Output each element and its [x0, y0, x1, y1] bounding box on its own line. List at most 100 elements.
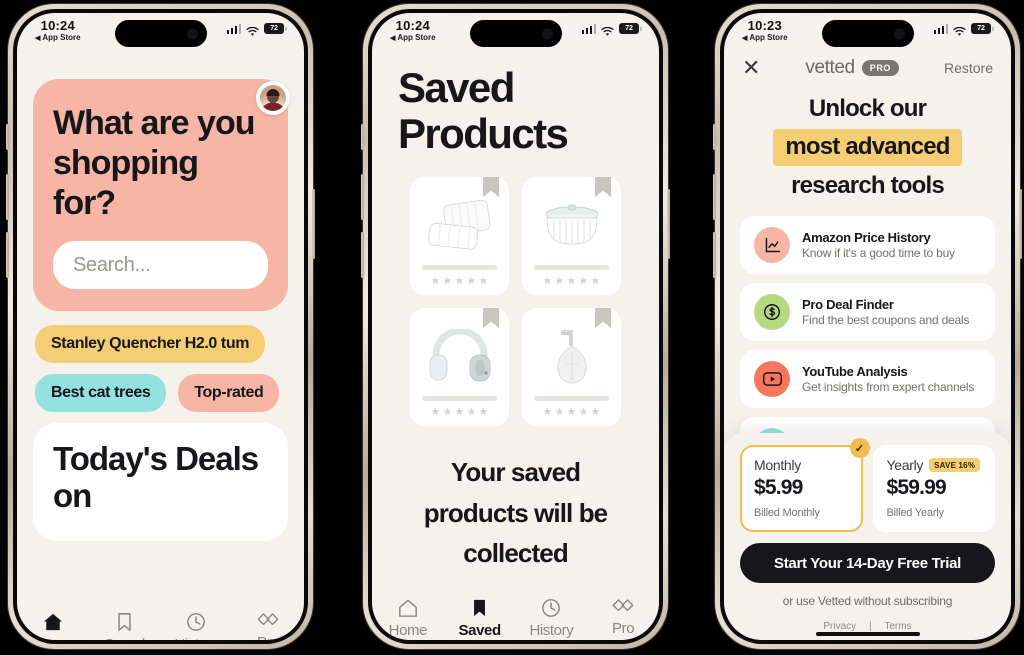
product-card[interactable]: [522, 308, 621, 427]
legal-links: Privacy | Terms: [740, 621, 995, 632]
suggestion-chip-2[interactable]: Top-rated: [178, 374, 280, 413]
feature-subtitle: Get insights from expert channels: [802, 380, 975, 395]
product-title-placeholder: [422, 396, 497, 402]
battery-level: 72: [977, 25, 985, 32]
status-back-to-app[interactable]: ◀ App Store: [742, 33, 788, 43]
product-card[interactable]: [522, 177, 621, 296]
feature-row[interactable]: Amazon Price History Know if it's a good…: [740, 216, 995, 275]
status-time: 10:24: [40, 18, 75, 33]
plan-price: $59.99: [886, 476, 947, 499]
tab-saved[interactable]: Saved: [444, 598, 516, 639]
plan-option-monthly[interactable]: ✓ Monthly $5.99 Billed Monthly: [740, 438, 870, 532]
paywall-sheet: ✓ Monthly $5.99 Billed Monthly Yearly SA…: [724, 433, 1011, 640]
wifi-icon: [246, 24, 259, 36]
suggestion-chip-1[interactable]: Best cat trees: [35, 374, 167, 413]
hero-search-card: What are you shopping for? Search...: [33, 79, 288, 312]
search-input[interactable]: Search...: [53, 241, 268, 290]
plan-billing: Billed Monthly: [754, 507, 820, 519]
avatar: [260, 85, 286, 111]
product-title-placeholder: [534, 265, 609, 271]
tab-saved-label: Saved: [104, 636, 145, 640]
bookmark-icon: [115, 612, 134, 632]
todays-deals-card[interactable]: Today's Deals on: [33, 423, 288, 542]
search-placeholder: Search...: [73, 253, 151, 276]
cellular-signal-icon: [933, 24, 948, 34]
sparkle-diamond-icon: [611, 598, 635, 616]
tab-history[interactable]: History: [516, 598, 588, 639]
back-arrow-icon: ◀: [35, 35, 41, 42]
headline-line-2-highlighted: most advanced: [773, 129, 962, 166]
headline-line-1: Unlock our: [808, 95, 927, 122]
continue-without-subscribing-link[interactable]: or use Vetted without subscribing: [740, 594, 995, 608]
feature-row[interactable]: YouTube Analysis Get insights from exper…: [740, 350, 995, 409]
bookmark-filled-icon[interactable]: [595, 308, 611, 337]
tab-pro-label: Pro: [612, 620, 635, 637]
close-icon[interactable]: ✕: [742, 57, 760, 79]
tab-bar: Home Saved History: [17, 606, 304, 640]
back-app-label: App Store: [749, 33, 788, 42]
bookmark-filled-icon[interactable]: [595, 177, 611, 206]
phone-device-3: 10:23 ◀ App Store 72 ✕ vetted PRO Restor…: [713, 4, 1022, 649]
cellular-signal-icon: [226, 24, 241, 34]
phone1-screen: 10:24 ◀ App Store 72 What are you shoppi…: [17, 13, 304, 640]
tab-home[interactable]: Home: [372, 598, 444, 639]
save-badge: SAVE 16%: [929, 458, 981, 472]
tab-history-label: History: [174, 636, 218, 640]
feature-title: Pro Deal Finder: [802, 297, 894, 313]
profile-avatar-button[interactable]: [256, 81, 290, 115]
home-icon: [42, 612, 64, 632]
dollar-coin-icon: [754, 294, 790, 331]
plan-name: Monthly: [754, 457, 801, 473]
home-indicator[interactable]: [815, 632, 920, 636]
tab-home-label: Home: [33, 636, 73, 640]
tab-home-label: Home: [388, 622, 428, 639]
product-card[interactable]: [410, 177, 509, 296]
bookmark-icon: [470, 598, 489, 618]
tab-saved[interactable]: Saved: [89, 612, 161, 640]
battery-icon: 72: [264, 23, 287, 34]
clock-icon: [186, 612, 206, 632]
rating-stars: [420, 407, 499, 416]
wifi-icon: [953, 24, 966, 36]
phone2-screen: 10:24 ◀ App Store 72 Saved Products Your…: [372, 13, 659, 640]
dynamic-island: [469, 20, 562, 47]
check-icon: ✓: [849, 438, 870, 458]
dynamic-island: [114, 20, 207, 47]
suggestion-chips: Stanley Quencher H2.0 tum Best cat trees…: [17, 325, 304, 413]
status-bar: 10:24 ◀ App Store 72: [17, 13, 304, 53]
tab-pro[interactable]: Pro: [232, 612, 304, 640]
rating-stars: [532, 276, 611, 285]
status-back-to-app[interactable]: ◀ App Store: [35, 34, 81, 43]
tab-history[interactable]: History: [161, 612, 233, 640]
feature-row[interactable]: Pro Deal Finder Find the best coupons an…: [740, 283, 995, 342]
tab-history-label: History: [529, 622, 574, 639]
phone-device-1: 10:24 ◀ App Store 72 What are you shoppi…: [6, 4, 315, 649]
restore-purchases-button[interactable]: Restore: [944, 60, 993, 76]
brand-wordmark: vetted: [805, 57, 855, 78]
paywall-nav: ✕ vetted PRO Restore: [724, 53, 1011, 79]
wifi-icon: [601, 24, 614, 36]
suggestion-chip-0[interactable]: Stanley Quencher H2.0 tum: [35, 325, 266, 364]
plan-option-yearly[interactable]: Yearly SAVE 16% $59.99 Billed Yearly: [872, 445, 995, 532]
bookmark-filled-icon[interactable]: [483, 308, 499, 337]
brand-logo: vetted PRO: [805, 57, 900, 79]
status-back-to-app[interactable]: ◀ App Store: [390, 34, 436, 43]
feature-subtitle: Know if it's a good time to buy: [802, 246, 955, 261]
bookmark-filled-icon[interactable]: [483, 177, 499, 206]
tab-bar: Home Saved History: [372, 592, 659, 640]
start-free-trial-button[interactable]: Start Your 14-Day Free Trial: [740, 543, 995, 583]
product-title-placeholder: [422, 265, 497, 271]
battery-level: 72: [270, 25, 278, 32]
screenshot-stage: 10:24 ◀ App Store 72 What are you shoppi…: [0, 0, 1024, 655]
product-card[interactable]: [410, 308, 509, 427]
feature-subtitle: Find the best coupons and deals: [802, 313, 970, 328]
terms-link[interactable]: Terms: [884, 621, 911, 632]
battery-level: 72: [625, 25, 633, 32]
dynamic-island: [821, 20, 914, 47]
status-time: 10:23: [747, 18, 782, 33]
sparkle-diamond-icon: [256, 612, 280, 630]
tab-home[interactable]: Home: [17, 612, 89, 640]
battery-icon: 72: [971, 23, 994, 34]
privacy-link[interactable]: Privacy: [823, 621, 856, 632]
tab-pro[interactable]: Pro: [587, 598, 659, 637]
